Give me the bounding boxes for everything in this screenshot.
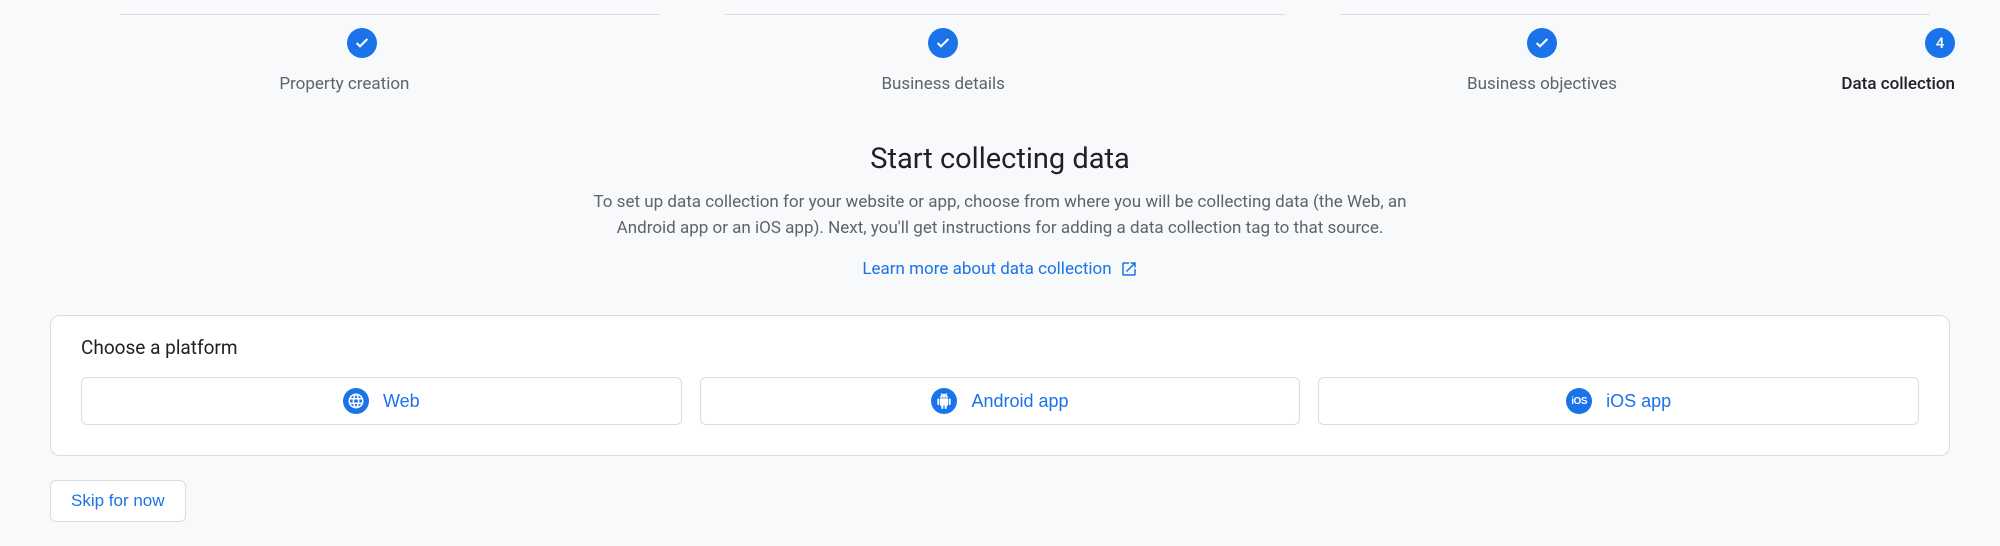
check-icon: [1527, 28, 1557, 58]
card-title: Choose a platform: [81, 336, 1919, 359]
web-label: Web: [383, 391, 420, 412]
page-title: Start collecting data: [50, 142, 1950, 176]
learn-more-label: Learn more about data collection: [862, 259, 1111, 279]
step-data-collection[interactable]: 4 Data collection: [1841, 28, 1955, 94]
skip-label: Skip for now: [71, 491, 165, 510]
step-label: Business objectives: [1467, 74, 1617, 94]
open-in-new-icon: [1120, 260, 1138, 278]
android-icon: [931, 388, 957, 414]
step-label: Data collection: [1841, 74, 1955, 94]
footer-actions: Skip for now: [0, 456, 2000, 546]
step-business-objectives[interactable]: Business objectives: [1243, 28, 1842, 94]
platform-card: Choose a platform Web Android app iOS iO…: [50, 315, 1950, 456]
web-platform-button[interactable]: Web: [81, 377, 682, 425]
setup-stepper: Property creation Business details Busin…: [0, 0, 2000, 94]
step-property-creation[interactable]: Property creation: [45, 28, 644, 94]
web-icon: [343, 388, 369, 414]
check-icon: [928, 28, 958, 58]
step-label: Property creation: [279, 74, 409, 94]
ios-icon: iOS: [1566, 388, 1592, 414]
page-description: To set up data collection for your websi…: [565, 190, 1435, 241]
platform-row: Web Android app iOS iOS app: [81, 377, 1919, 425]
step-business-details[interactable]: Business details: [644, 28, 1243, 94]
content-area: Start collecting data To set up data col…: [0, 94, 2000, 279]
step-label: Business details: [881, 74, 1005, 94]
step-number-icon: 4: [1925, 28, 1955, 58]
ios-label: iOS app: [1606, 391, 1671, 412]
android-platform-button[interactable]: Android app: [700, 377, 1301, 425]
android-label: Android app: [971, 391, 1068, 412]
check-icon: [347, 28, 377, 58]
learn-more-link[interactable]: Learn more about data collection: [862, 259, 1137, 279]
skip-button[interactable]: Skip for now: [50, 480, 186, 522]
ios-platform-button[interactable]: iOS iOS app: [1318, 377, 1919, 425]
